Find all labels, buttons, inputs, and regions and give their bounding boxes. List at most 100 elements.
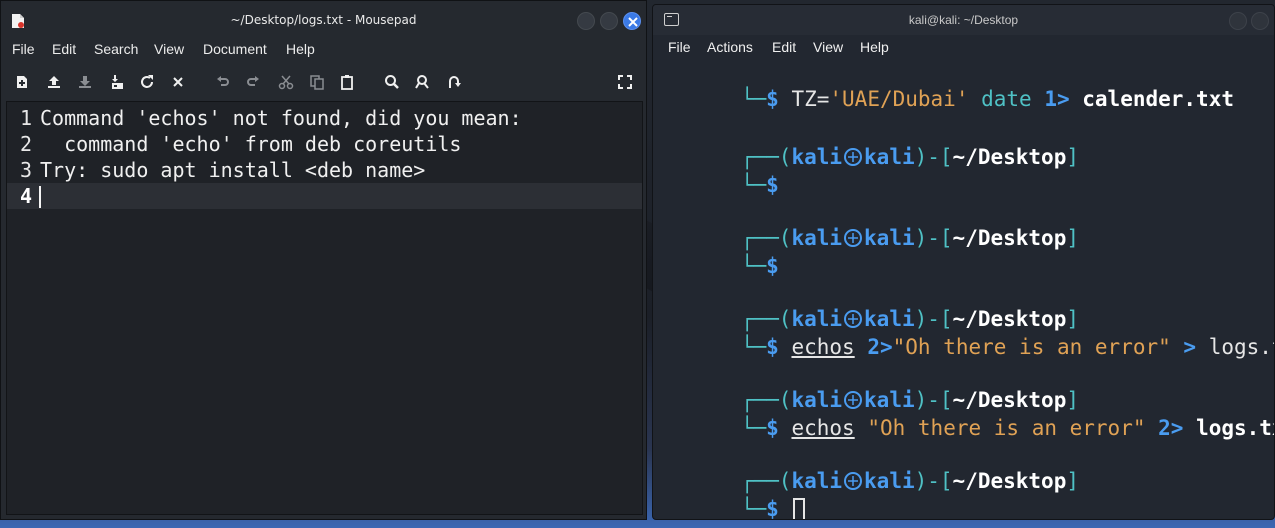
paste-button[interactable] xyxy=(338,73,356,91)
line-number: 1 xyxy=(20,106,33,130)
terminal-prompt-line: ┌──(kali kali)-[~/Desktop] xyxy=(740,226,1079,250)
text-editor-area[interactable]: 1 Command 'echos' not found, did you mea… xyxy=(6,101,643,515)
open-button[interactable] xyxy=(45,73,63,91)
prompt-user: kali xyxy=(791,226,843,250)
prompt-dollar: $ xyxy=(766,173,779,197)
term-menu-actions[interactable]: Actions xyxy=(707,39,753,55)
term-menu-file[interactable]: File xyxy=(668,39,691,55)
redo-icon xyxy=(247,76,259,86)
terminal-cursor xyxy=(793,497,806,519)
terminal-line: └─$ echos 2>"Oh there is an error" > log… xyxy=(665,311,1274,359)
save-as-button[interactable] xyxy=(108,73,126,91)
download-icon xyxy=(79,76,91,88)
undo-icon xyxy=(217,76,229,86)
prompt-host: kali xyxy=(864,145,915,169)
paste-icon xyxy=(341,75,353,90)
prompt-close: ] xyxy=(1066,226,1079,250)
terminal-line: └─$ xyxy=(740,254,779,278)
cmd-name: date xyxy=(968,87,1045,111)
editor-line: 2 command 'echo' from deb coreutils xyxy=(7,131,642,157)
terminal-menubar: File Actions Edit View Help xyxy=(653,35,1274,61)
prompt-dollar: $ xyxy=(766,497,779,520)
prompt-user: kali xyxy=(791,145,843,169)
menu-edit[interactable]: Edit xyxy=(52,41,76,57)
cmd-string: 'UAE/Dubai' xyxy=(829,87,969,111)
terminal-minimize-button[interactable] xyxy=(1229,12,1247,30)
minimize-button[interactable] xyxy=(577,12,595,30)
terminal-title: kali@kali: ~/Desktop xyxy=(908,13,1019,27)
close-icon xyxy=(173,77,183,87)
terminal-prompt-line: ┌──(kali kali)-[~/Desktop] xyxy=(740,388,1079,412)
fullscreen-button[interactable] xyxy=(616,73,634,91)
prompt-open: ( xyxy=(778,145,792,169)
close-tab-button[interactable] xyxy=(169,73,187,91)
terminal-output[interactable]: └─$ TZ='UAE/Dubai' date 1> calender.txt … xyxy=(653,63,1274,519)
prompt-path: ~/Desktop xyxy=(952,469,1067,493)
menu-help[interactable]: Help xyxy=(286,41,315,57)
replace-icon xyxy=(415,75,429,89)
redo-button[interactable] xyxy=(244,73,262,91)
cmd-redirect: 2> xyxy=(1145,416,1184,440)
prompt-sep: )-[ xyxy=(914,226,953,250)
prompt-dollar: $ xyxy=(766,335,779,359)
reload-icon xyxy=(141,75,153,88)
cmd-file: calender.txt xyxy=(1069,87,1234,111)
copy-icon xyxy=(310,75,324,90)
cmd-string: "Oh there is an error" xyxy=(854,416,1146,440)
prompt-host: kali xyxy=(864,469,915,493)
prompt-dollar: $ xyxy=(766,87,779,111)
undo-button[interactable] xyxy=(214,73,232,91)
editor-line: 3 Try: sudo apt install <deb name> xyxy=(7,157,642,183)
mousepad-menubar: File Edit Search View Document Help xyxy=(1,39,646,61)
cut-button[interactable] xyxy=(277,73,295,91)
find-replace-button[interactable] xyxy=(414,73,432,91)
goto-line-button[interactable] xyxy=(445,73,463,91)
cmd-name: echos xyxy=(791,416,855,440)
menu-view[interactable]: View xyxy=(154,41,184,57)
goto-icon xyxy=(449,76,461,88)
find-button[interactable] xyxy=(383,73,401,91)
cmd-text: TZ= xyxy=(778,87,830,111)
cmd-redirect: 1> xyxy=(1044,87,1070,111)
mousepad-title: ~/Desktop/logs.txt - Mousepad xyxy=(230,13,417,27)
menu-document[interactable]: Document xyxy=(203,41,267,57)
term-menu-edit[interactable]: Edit xyxy=(772,39,796,55)
line-text: Try: sudo apt install <deb name> xyxy=(40,158,426,182)
prompt-sep: )-[ xyxy=(914,469,953,493)
terminal-window: kali@kali: ~/Desktop File Actions Edit V… xyxy=(652,4,1275,520)
menu-search[interactable]: Search xyxy=(94,41,138,57)
prompt-close: ] xyxy=(1066,145,1079,169)
kali-at-icon xyxy=(844,472,863,490)
menu-file[interactable]: File xyxy=(12,41,35,57)
terminal-input-line[interactable]: └─$ xyxy=(665,473,806,519)
line-number: 4 xyxy=(20,184,33,208)
close-window-button[interactable] xyxy=(623,12,641,30)
terminal-line: └─$ echos "Oh there is an error" 2> logs… xyxy=(665,392,1274,440)
prompt-dollar: $ xyxy=(766,254,779,278)
prompt-host: kali xyxy=(864,226,915,250)
cmd-file: logs.txt xyxy=(1196,416,1274,440)
reload-button[interactable] xyxy=(138,73,156,91)
new-file-button[interactable] xyxy=(13,73,31,91)
terminal-prompt-line: ┌──(kali kali)-[~/Desktop] xyxy=(740,307,1079,331)
line-text: Command 'echos' not found, did you mean: xyxy=(40,106,522,130)
terminal-maximize-button[interactable] xyxy=(1251,12,1269,30)
terminal-prompt-line: ┌──(kali kali)-[~/Desktop] xyxy=(740,469,1079,493)
mousepad-titlebar[interactable]: ~/Desktop/logs.txt - Mousepad xyxy=(1,1,646,39)
prompt-open: ( xyxy=(778,226,792,250)
save-button[interactable] xyxy=(76,73,94,91)
mousepad-window: ~/Desktop/logs.txt - Mousepad File Edit … xyxy=(0,0,647,520)
prompt-path: ~/Desktop xyxy=(952,145,1067,169)
term-menu-view[interactable]: View xyxy=(813,39,843,55)
kali-at-icon xyxy=(844,148,863,166)
term-menu-help[interactable]: Help xyxy=(860,39,889,55)
line-text: command 'echo' from deb coreutils xyxy=(40,132,462,156)
maximize-button[interactable] xyxy=(600,12,618,30)
line-number: 3 xyxy=(20,158,33,182)
terminal-titlebar[interactable]: kali@kali: ~/Desktop xyxy=(653,5,1274,35)
new-file-icon xyxy=(17,76,27,88)
copy-button[interactable] xyxy=(308,73,326,91)
cmd-file: logs.txt xyxy=(1208,335,1274,359)
save-as-icon xyxy=(112,75,123,89)
editor-line: 1 Command 'echos' not found, did you mea… xyxy=(7,105,642,131)
